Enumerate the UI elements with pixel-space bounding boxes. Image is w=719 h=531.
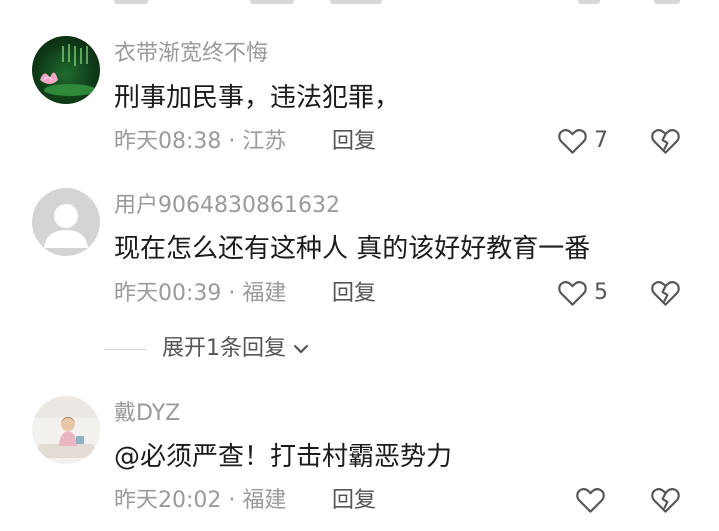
comment-text: 现在怎么还有这种人 真的该好好教育一番	[114, 234, 591, 264]
meta-separator: ·	[221, 129, 243, 154]
broken-heart-icon	[651, 488, 680, 513]
lotus-avatar-image	[32, 36, 100, 104]
comment-meta: 昨天20:02 · 福建	[114, 487, 286, 515]
comment-location: 江苏	[242, 129, 287, 154]
comment-text: @必须严查！打击村霸恶势力	[114, 442, 453, 472]
comment-meta: 昨天00:39 · 福建	[114, 280, 286, 308]
reply-button[interactable]: 回复	[332, 280, 376, 308]
comment-time: 昨天20:02	[114, 488, 222, 513]
default-avatar-image	[32, 188, 100, 256]
expand-divider	[104, 348, 146, 350]
avatar[interactable]	[32, 188, 100, 256]
like-count: 5	[594, 280, 608, 305]
meta-separator: ·	[221, 281, 243, 306]
comment-username[interactable]: 戴DYZ	[114, 400, 180, 428]
dislike-button[interactable]	[650, 127, 681, 159]
reply-button[interactable]: 回复	[332, 487, 376, 515]
like-button[interactable]: 5	[557, 279, 608, 307]
avatar[interactable]	[32, 396, 100, 464]
heart-outline-icon	[576, 488, 605, 513]
comment-time: 昨天08:38	[114, 129, 222, 154]
comment-location: 福建	[242, 281, 287, 306]
broken-heart-icon	[651, 281, 680, 306]
dislike-button[interactable]	[650, 279, 681, 311]
chevron-down-icon	[293, 344, 309, 354]
expand-replies-label: 展开1条回复	[162, 336, 286, 361]
avatar[interactable]	[32, 36, 100, 104]
like-button[interactable]	[575, 486, 612, 514]
comment-meta: 昨天08:38 · 江苏	[114, 128, 286, 156]
comment-text: 刑事加民事，违法犯罪，	[114, 83, 401, 113]
heart-outline-icon	[558, 129, 587, 154]
comment-location: 福建	[242, 488, 287, 513]
child-photo-avatar-image	[32, 396, 100, 464]
broken-heart-icon	[651, 129, 680, 154]
previous-comment-cutoff	[0, 0, 719, 18]
comment-username[interactable]: 用户9064830861632	[114, 192, 340, 220]
meta-separator: ·	[221, 488, 243, 513]
reply-button[interactable]: 回复	[332, 128, 376, 156]
like-button[interactable]: 7	[557, 127, 608, 155]
expand-replies-button[interactable]: 展开1条回复	[104, 334, 312, 364]
comment-username[interactable]: 衣带渐宽终不悔	[114, 40, 268, 68]
dislike-button[interactable]	[650, 486, 681, 518]
comment-time: 昨天00:39	[114, 281, 222, 306]
heart-outline-icon	[558, 281, 587, 306]
like-count: 7	[594, 128, 608, 153]
